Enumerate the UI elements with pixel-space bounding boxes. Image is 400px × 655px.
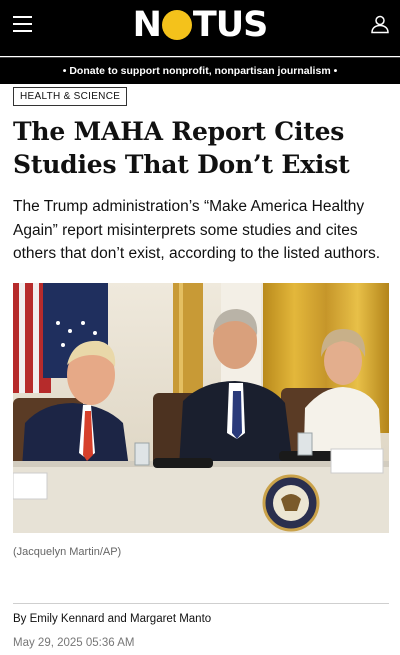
site-header: N TUS [0, 0, 400, 56]
byline-prefix: By [13, 613, 30, 625]
publish-date: May 29, 2025 05:36 AM [13, 637, 135, 649]
byline-and: and [104, 613, 130, 625]
logo-o-circle [161, 10, 192, 40]
user-icon[interactable] [370, 14, 390, 34]
hamburger-menu-icon[interactable] [13, 15, 33, 33]
article-dek: The Trump administration’s “Make America… [13, 198, 381, 262]
logo-text-left: N [132, 5, 162, 45]
logo-text-right: TUS [192, 5, 269, 45]
donate-banner[interactable]: • Donate to support nonprofit, nonpartis… [0, 57, 400, 84]
byline: By Emily Kennard and Margaret Manto [13, 613, 211, 625]
article-headline: The MAHA Report Cites Studies That Don’t… [13, 117, 350, 179]
article-lead-photo [13, 283, 389, 533]
section-tag[interactable]: HEALTH & SCIENCE [13, 87, 128, 106]
photo-credit: (Jacquelyn Martin/AP) [13, 546, 122, 558]
byline-divider [13, 603, 389, 604]
author-link-1[interactable]: Emily Kennard [30, 613, 105, 625]
notus-logo[interactable]: N TUS [124, 7, 276, 43]
lead-photo-illustration [13, 283, 389, 533]
donate-banner-text[interactable]: • Donate to support nonprofit, nonpartis… [63, 65, 338, 77]
author-link-2[interactable]: Margaret Manto [130, 613, 211, 625]
